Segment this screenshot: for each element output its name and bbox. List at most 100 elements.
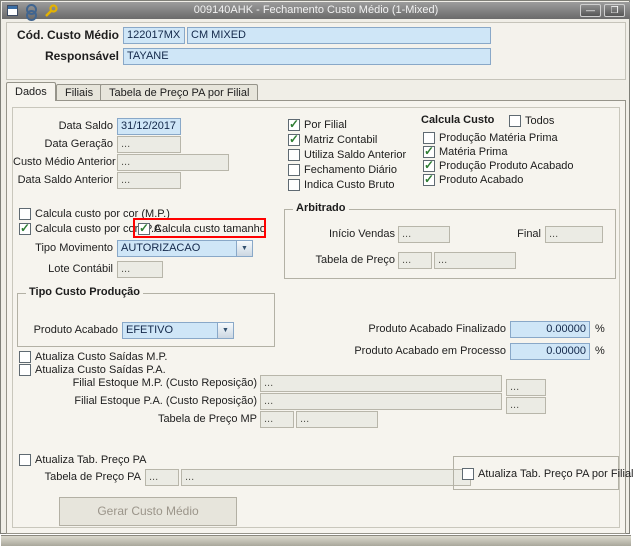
final-input[interactable]: ... [545, 226, 603, 243]
filial-estoque-mp-extra-input[interactable]: ... [506, 379, 546, 396]
checkbox-label: Utiliza Saldo Anterior [304, 149, 407, 161]
checkbox-label: Produção Produto Acabado [439, 160, 574, 172]
annotation-red-box [133, 218, 266, 238]
gerar-custo-medio-button[interactable]: Gerar Custo Médio [59, 497, 237, 526]
checkbox-box [462, 468, 474, 480]
produto-acabado-label: Produto Acabado [33, 324, 118, 336]
checkbox-box [423, 144, 435, 158]
lote-contabil-input[interactable]: ... [117, 261, 163, 278]
group-tipo-custo-title: Tipo Custo Produção [26, 286, 144, 298]
checkbox-box [509, 115, 521, 127]
lote-contabil-label: Lote Contábil [48, 263, 113, 275]
minimize-button[interactable]: — [580, 4, 601, 17]
custo-medio-anterior-input[interactable]: ... [117, 154, 229, 171]
checkbox-label: Atualiza Tab. Preço PA [35, 454, 147, 466]
checkbox-label: Matéria Prima [439, 146, 508, 158]
filial-estoque-pa-label: Filial Estoque P.A. (Custo Reposição) [74, 395, 257, 407]
custo-medio-anterior-label: Custo Médio Anterior [13, 156, 116, 168]
tipo-movimento-value: AUTORIZACAO [121, 242, 201, 254]
checkbox-label: Fechamento Diário [304, 164, 397, 176]
group-atualiza-pa-filial: Atualiza Tab. Preço PA por Filial [453, 456, 634, 490]
inicio-vendas-input[interactable]: ... [398, 226, 450, 243]
titlebar-buttons: — ❐ [577, 4, 625, 17]
data-geracao-input[interactable]: ... [117, 136, 181, 153]
tabela-preco-desc-input[interactable]: ... [434, 252, 516, 269]
checkbox-box [288, 149, 300, 161]
checkbox-box [19, 364, 31, 376]
restore-button[interactable]: ❐ [604, 4, 625, 17]
window-icon[interactable] [7, 5, 18, 16]
produto-acabado-value: EFETIVO [126, 324, 174, 336]
produto-acabado-finalizado-input[interactable]: 0.00000 [510, 321, 590, 338]
checkbox-atualiza-tab-preco-pa[interactable]: Atualiza Tab. Preço PA [19, 453, 147, 467]
produto-acabado-select[interactable]: EFETIVO ▼ [122, 322, 234, 339]
responsavel-input[interactable]: TAYANE [123, 48, 491, 65]
checkbox-producao-materia-prima[interactable]: Produção Matéria Prima [423, 131, 558, 145]
checkbox-box [288, 164, 300, 176]
data-saldo-input[interactable]: 31/12/2017 [117, 118, 181, 135]
cod-custo-medio-input[interactable]: 122017MX [123, 27, 185, 44]
data-saldo-anterior-input[interactable]: ... [117, 172, 181, 189]
checkbox-box [19, 221, 31, 235]
checkbox-fechamento-diario[interactable]: Fechamento Diário [288, 163, 397, 177]
group-arbitrado: Arbitrado Início Vendas ... Final ... Ta… [284, 202, 616, 279]
data-saldo-label: Data Saldo [58, 120, 113, 132]
percent-sign: % [595, 345, 605, 357]
checkbox-produto-acabado[interactable]: Produto Acabado [423, 172, 524, 187]
filial-estoque-mp-input[interactable]: ... [260, 375, 502, 392]
checkbox-atualiza-custo-saidas-mp[interactable]: Atualiza Custo Saídas M.P. [19, 350, 167, 364]
filial-estoque-pa-extra-input[interactable]: ... [506, 397, 546, 414]
checkbox-por-filial[interactable]: Por Filial [288, 117, 347, 132]
tipo-movimento-select[interactable]: AUTORIZACAO ▼ [117, 240, 253, 257]
checkbox-materia-prima[interactable]: Matéria Prima [423, 144, 508, 159]
cod-custo-medio-desc-input[interactable]: CM MIXED [187, 27, 491, 44]
checkbox-label: Produto Acabado [439, 174, 524, 186]
window-title: 009140AHK - Fechamento Custo Médio (1-Mi… [193, 4, 439, 16]
group-calcula-custo-title: Calcula Custo [421, 114, 495, 126]
checkbox-producao-produto-acabado[interactable]: Produção Produto Acabado [423, 158, 574, 173]
checkbox-indica-custo-bruto[interactable]: Indica Custo Bruto [288, 178, 395, 192]
checkbox-box [19, 351, 31, 363]
window-frame: 009140AHK - Fechamento Custo Médio (1-Mi… [0, 0, 634, 546]
checkbox-atualiza-tab-preco-pa-por-filial[interactable]: Atualiza Tab. Preço PA por Filial [462, 467, 634, 481]
tab-filiais[interactable]: Filiais [56, 84, 103, 101]
checkbox-label: Todos [525, 115, 555, 127]
checkbox-utiliza-saldo-anterior[interactable]: Utiliza Saldo Anterior [288, 148, 406, 162]
final-label: Final [517, 228, 541, 240]
rings-icon[interactable] [25, 4, 37, 21]
tabela-preco-code-input[interactable]: ... [398, 252, 432, 269]
cod-custo-medio-label: Cód. Custo Médio [17, 28, 119, 42]
chevron-down-icon[interactable]: ▼ [217, 323, 233, 338]
checkbox-label: Matriz Contabil [304, 134, 378, 146]
responsavel-label: Responsável [44, 49, 119, 63]
tabela-preco-mp-code-input[interactable]: ... [260, 411, 294, 428]
tab-dados[interactable]: Dados [6, 82, 56, 101]
tabela-preco-mp-label: Tabela de Preço MP [157, 413, 257, 425]
key-icon[interactable] [44, 4, 58, 21]
checkbox-box [423, 132, 435, 144]
app-window: 009140AHK - Fechamento Custo Médio (1-Mi… [0, 0, 636, 547]
tabela-preco-pa-label: Tabela de Preço PA [44, 471, 141, 483]
chevron-down-icon[interactable]: ▼ [236, 241, 252, 256]
checkbox-box [423, 172, 435, 186]
group-arbitrado-title: Arbitrado [293, 202, 349, 214]
checkbox-label: Atualiza Custo Saídas M.P. [35, 351, 168, 363]
checkbox-box [288, 117, 300, 131]
checkbox-label: Por Filial [304, 119, 347, 131]
checkbox-todos[interactable]: Todos [509, 114, 554, 128]
window-bottom-bar [1, 535, 631, 546]
checkbox-box [288, 179, 300, 191]
titlebar: 009140AHK - Fechamento Custo Médio (1-Mi… [2, 2, 630, 21]
tabela-preco-mp-desc-input[interactable]: ... [296, 411, 378, 428]
tab-tabela-preco-pa-por-filial[interactable]: Tabela de Preço PA por Filial [100, 84, 259, 101]
tipo-movimento-label: Tipo Movimento [35, 242, 113, 254]
produto-acabado-em-processo-input[interactable]: 0.00000 [510, 343, 590, 360]
filial-estoque-pa-input[interactable]: ... [260, 393, 502, 410]
data-saldo-anterior-label: Data Saldo Anterior [17, 174, 113, 186]
checkbox-box [288, 132, 300, 146]
checkbox-box [19, 208, 31, 220]
tabela-preco-label: Tabela de Preço [315, 254, 396, 266]
checkbox-matriz-contabil[interactable]: Matriz Contabil [288, 132, 378, 147]
tabela-preco-pa-code-input[interactable]: ... [145, 469, 179, 486]
tabela-preco-pa-desc-input[interactable]: ... [181, 469, 471, 486]
